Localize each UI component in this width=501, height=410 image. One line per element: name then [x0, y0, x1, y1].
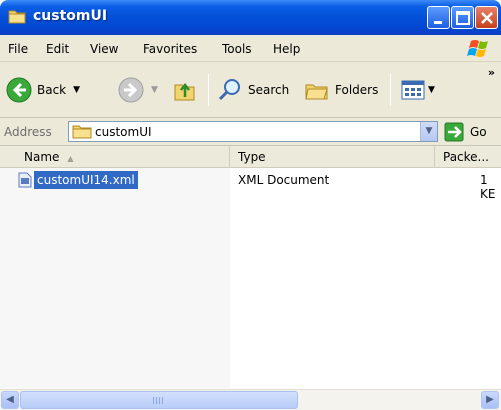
name-column-background	[0, 168, 230, 388]
menu-bar: File Edit View Favorites Tools Help	[0, 35, 501, 62]
windows-logo-icon	[467, 40, 488, 57]
toolbar-overflow-chevron[interactable]: »	[488, 66, 495, 79]
menu-favorites[interactable]: Favorites	[143, 42, 197, 56]
sort-ascending-icon: ▲	[67, 154, 74, 163]
title-bar[interactable]: customUI	[0, 0, 501, 35]
window-title: customUI	[33, 8, 108, 24]
views-dropdown-icon[interactable]: ▼	[428, 85, 435, 95]
back-dropdown-icon[interactable]: ▼	[73, 85, 80, 95]
views-grid-icon	[401, 80, 425, 100]
folders-label: Folders	[335, 83, 379, 97]
forward-dropdown-icon[interactable]: ▼	[151, 85, 158, 95]
list-item[interactable]: customUI14.xml XML Document 1 KE	[0, 171, 501, 201]
go-arrow-icon	[444, 122, 464, 142]
address-input[interactable]: customUI ▼	[68, 121, 438, 142]
folders-icon	[305, 84, 328, 100]
maximize-button[interactable]	[451, 6, 474, 29]
back-button[interactable]: Back ▼	[6, 76, 80, 104]
search-icon	[218, 79, 240, 101]
column-name-label: Name	[24, 150, 60, 164]
scroll-grip	[153, 397, 165, 404]
go-label: Go	[470, 125, 487, 139]
column-type-label: Type	[238, 150, 266, 164]
scroll-right-button[interactable]: ▶	[481, 391, 499, 409]
file-type: XML Document	[238, 173, 330, 187]
minimize-button[interactable]	[427, 6, 450, 29]
address-label: Address	[4, 125, 52, 139]
menu-edit[interactable]: Edit	[46, 42, 69, 56]
scroll-left-button[interactable]: ◀	[1, 391, 19, 409]
folder-icon	[8, 10, 26, 24]
toolbar-separator	[390, 74, 391, 106]
back-label: Back	[37, 83, 67, 97]
file-name: customUI14.xml	[34, 171, 138, 189]
column-header-type[interactable]: Type	[230, 146, 435, 167]
scroll-thumb[interactable]	[20, 391, 298, 409]
up-folder-icon	[174, 82, 195, 101]
maximize-icon	[456, 11, 470, 25]
folder-icon	[72, 125, 92, 139]
up-folder-button[interactable]	[172, 76, 198, 104]
address-value: customUI	[95, 125, 152, 139]
search-button[interactable]: Search	[217, 76, 289, 104]
xml-file-icon	[18, 172, 32, 188]
column-packed-label: Packe...	[443, 150, 489, 164]
address-dropdown-icon[interactable]: ▼	[420, 122, 437, 141]
menu-tools[interactable]: Tools	[222, 42, 252, 56]
horizontal-scrollbar[interactable]: ◀ ▶	[0, 389, 501, 410]
forward-arrow-icon	[118, 77, 144, 103]
toolbar: Back ▼ ▼ Search Folders ▼ »	[0, 62, 501, 118]
close-button[interactable]	[475, 6, 498, 29]
menu-file[interactable]: File	[8, 42, 28, 56]
column-header-name[interactable]: Name ▲	[0, 146, 230, 167]
file-size: 1 KE	[480, 173, 496, 201]
column-header-row: Name ▲ Type Packe...	[0, 146, 501, 168]
back-arrow-icon	[6, 77, 32, 103]
forward-button[interactable]: ▼	[118, 76, 158, 104]
column-header-packed[interactable]: Packe...	[435, 146, 501, 167]
address-bar: Address customUI ▼ Go	[0, 118, 501, 146]
toolbar-separator	[208, 74, 209, 106]
file-list[interactable]: customUI14.xml XML Document 1 KE	[0, 168, 501, 388]
views-button[interactable]: ▼	[400, 76, 435, 104]
search-label: Search	[248, 83, 290, 97]
close-icon	[481, 12, 493, 24]
go-button[interactable]: Go	[444, 122, 487, 142]
menu-help[interactable]: Help	[273, 42, 300, 56]
menu-view[interactable]: View	[90, 42, 118, 56]
minimize-icon	[434, 21, 442, 24]
folders-button[interactable]: Folders	[304, 76, 378, 104]
